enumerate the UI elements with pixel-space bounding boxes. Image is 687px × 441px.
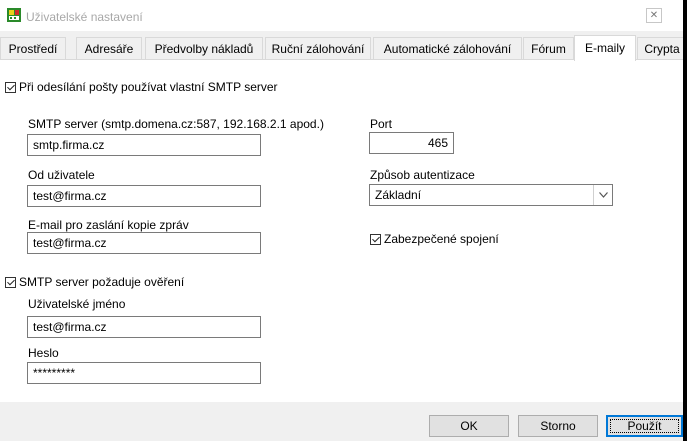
copy-email-label: E-mail pro zaslání kopie zpráv <box>28 218 189 232</box>
settings-window: Uživatelské nastavení ✕ Prostředí Adresá… <box>0 0 683 441</box>
tab-crypta[interactable]: Crypta <box>637 37 683 59</box>
window-edge <box>683 0 687 441</box>
port-label: Port <box>370 117 393 131</box>
tab-automaticke-zalohovani[interactable]: Automatické zálohování <box>373 37 522 59</box>
requires-auth-checkbox[interactable]: SMTP server požaduje ověření <box>5 275 184 289</box>
ok-button[interactable]: OK <box>429 415 509 437</box>
username-label: Uživatelské jméno <box>28 297 126 311</box>
tab-predvolby-nakladu[interactable]: Předvolby nákladů <box>145 37 263 59</box>
dialog-footer: OK Storno Použít <box>0 402 683 441</box>
use-own-smtp-label: Při odesílání pošty používat vlastní SMT… <box>19 80 278 94</box>
password-label: Heslo <box>28 346 59 360</box>
close-button[interactable]: ✕ <box>631 3 677 27</box>
username-input[interactable]: test@firma.cz <box>27 316 261 338</box>
auth-method-value: Základní <box>375 188 422 202</box>
checkbox-checked-icon <box>370 233 381 245</box>
checkbox-checked-icon <box>5 276 16 288</box>
tab-e-maily[interactable]: E-maily <box>574 35 636 61</box>
password-input[interactable]: ********* <box>27 362 261 384</box>
port-input[interactable]: 465 <box>369 132 454 154</box>
from-user-input[interactable]: test@firma.cz <box>27 185 261 207</box>
smtp-server-input[interactable]: smtp.firma.cz <box>27 134 261 156</box>
dropdown-arrow[interactable] <box>593 185 612 205</box>
apply-button[interactable]: Použít <box>606 415 683 437</box>
tab-forum[interactable]: Fórum <box>523 37 574 59</box>
window-title: Uživatelské nastavení <box>26 10 143 24</box>
focus-rect <box>610 419 679 433</box>
tab-rucni-zalohovani[interactable]: Ruční zálohování <box>265 37 371 59</box>
smtp-server-label: SMTP server (smtp.domena.cz:587, 192.168… <box>28 117 324 131</box>
requires-auth-label: SMTP server požaduje ověření <box>19 275 185 289</box>
tab-adresare[interactable]: Adresáře <box>76 37 142 59</box>
app-icon <box>7 8 21 22</box>
e-maily-panel: Při odesílání pošty používat vlastní SMT… <box>0 59 683 403</box>
auth-method-label: Způsob autentizace <box>370 168 475 182</box>
secure-connection-label: Zabezpečené spojení <box>384 232 499 246</box>
from-user-label: Od uživatele <box>28 168 95 182</box>
copy-email-input[interactable]: test@firma.cz <box>27 232 261 254</box>
cancel-button[interactable]: Storno <box>518 415 598 437</box>
checkbox-checked-icon <box>5 81 16 93</box>
tab-prostredi[interactable]: Prostředí <box>0 37 66 59</box>
tab-strip: Prostředí Adresáře Předvolby nákladů Ruč… <box>0 35 683 61</box>
use-own-smtp-checkbox[interactable]: Při odesílání pošty používat vlastní SMT… <box>5 80 278 94</box>
chevron-down-icon <box>598 192 608 198</box>
title-bar[interactable]: Uživatelské nastavení ✕ <box>0 0 683 31</box>
close-icon: ✕ <box>645 7 663 23</box>
auth-method-select[interactable]: Základní <box>369 184 613 206</box>
secure-connection-checkbox[interactable]: Zabezpečené spojení <box>370 232 499 246</box>
